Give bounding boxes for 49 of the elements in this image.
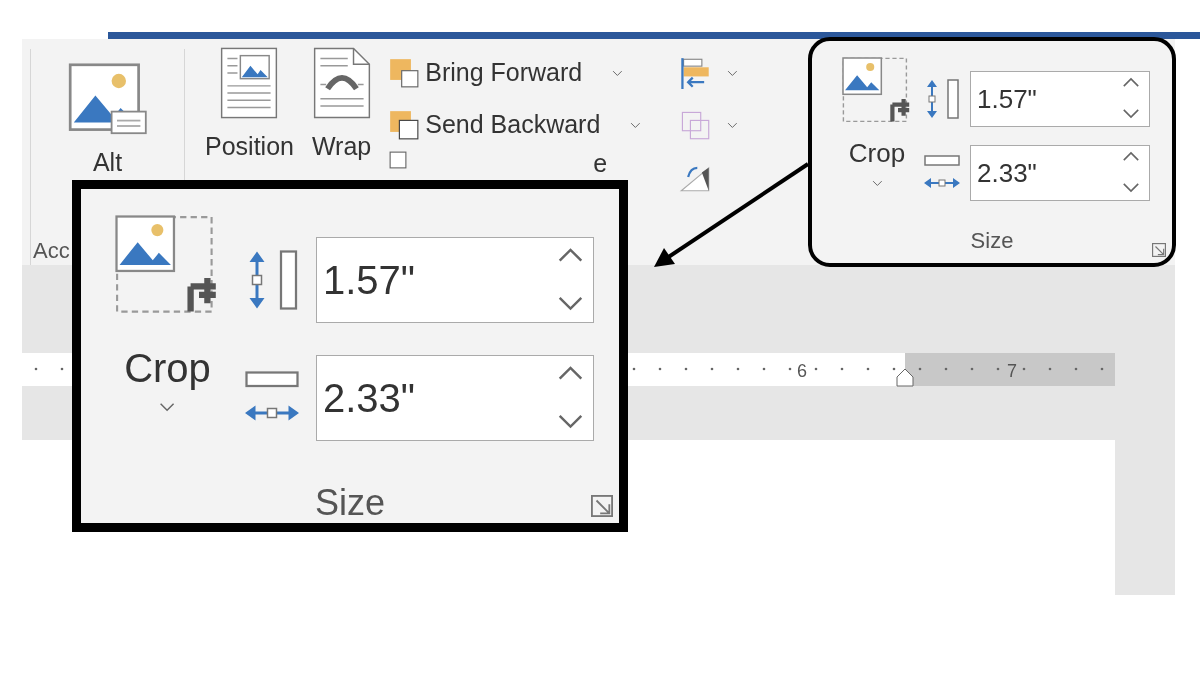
spin-up-button[interactable] [1122,151,1140,162]
caret-icon [159,402,176,412]
height-field[interactable]: 1.57" [970,71,1150,127]
height-field[interactable]: 1.57" [316,237,594,323]
backward-button[interactable]: Send Backward [389,99,642,151]
dialog-launcher-icon [1152,243,1166,257]
chevron-down-icon [557,294,584,311]
chevron-down-icon [1122,182,1140,193]
spin-down-button[interactable] [1122,182,1140,193]
caret-icon [630,121,642,129]
dialog-launcher-icon [591,495,613,517]
chevron-up-icon [1122,151,1140,162]
chevron-up-icon [557,365,584,382]
spin-up-button[interactable] [557,365,584,382]
crop-button[interactable]: Crop [842,57,912,201]
spin-down-button[interactable] [557,294,584,311]
align-icon [679,57,712,89]
ruler-number: 7 [1007,360,1017,383]
width-field[interactable]: 2.33" [316,355,594,441]
group-label: Acc [33,238,70,263]
pane-button[interactable]: e [389,151,642,177]
caret-icon [727,69,738,77]
spin-up-button[interactable] [1122,77,1140,88]
group-icon [679,109,712,141]
caret-icon [871,179,883,187]
spin-up-button[interactable] [557,247,584,264]
text-wrap-icon [312,47,371,119]
chevron-up-icon [557,247,584,264]
alt-text-button[interactable]: Alt [62,63,153,177]
wrap-button[interactable]: Wrap [311,47,372,161]
layers-icon [389,58,420,88]
page-layout-icon [220,47,279,119]
position-button[interactable]: Position [205,47,294,161]
spin-down-button[interactable] [557,412,584,429]
chevron-up-icon [1122,77,1140,88]
layers-icon [389,110,420,140]
group-label: Size [315,483,385,523]
width-field[interactable]: 2.33" [970,145,1150,201]
caret-icon [612,69,624,77]
crop-button[interactable]: Crop [115,215,220,441]
spin-down-button[interactable] [1122,108,1140,119]
picture-icon [67,63,148,135]
square-icon [389,151,408,169]
group-label: Size [970,228,1014,253]
ruler-number: 6 [797,360,807,383]
chevron-down-icon [1122,108,1140,119]
caret-icon [727,121,738,129]
chevron-down-icon [557,412,584,429]
forward-button[interactable]: Bring Forward [389,47,642,99]
